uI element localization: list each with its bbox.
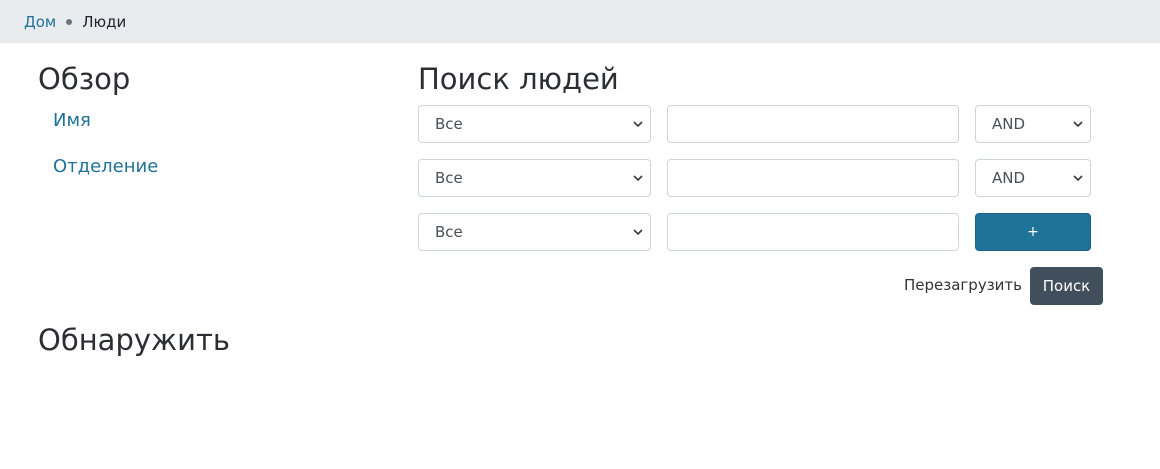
search-button[interactable]: Поиск — [1030, 267, 1103, 305]
search-input-1[interactable] — [667, 105, 959, 143]
chevron-down-icon — [633, 121, 643, 128]
reset-button[interactable]: Перезагрузить — [904, 276, 1022, 294]
field-select-2-value: Все — [435, 169, 463, 187]
breadcrumb-current: Люди — [82, 12, 127, 31]
chevron-down-icon — [1073, 121, 1083, 128]
operator-select-2[interactable]: AND — [975, 159, 1091, 197]
breadcrumb-home-link[interactable]: Дом — [24, 13, 56, 31]
operator-select-1[interactable]: AND — [975, 105, 1091, 143]
add-row-button[interactable]: + — [975, 213, 1091, 251]
chevron-down-icon — [1073, 175, 1083, 182]
chevron-down-icon — [633, 229, 643, 236]
search-input-2[interactable] — [667, 159, 959, 197]
field-select-3[interactable]: Все — [418, 213, 651, 251]
overview-link-name[interactable]: Имя — [53, 110, 91, 131]
operator-select-1-value: AND — [992, 115, 1026, 133]
dot-icon — [66, 18, 73, 25]
discover-title: Обнаружить — [38, 323, 230, 357]
field-select-1[interactable]: Все — [418, 105, 651, 143]
field-select-1-value: Все — [435, 115, 463, 133]
operator-select-2-value: AND — [992, 169, 1026, 187]
search-title: Поиск людей — [418, 62, 619, 96]
overview-title: Обзор — [38, 62, 131, 96]
field-select-3-value: Все — [435, 223, 463, 241]
search-input-3[interactable] — [667, 213, 959, 251]
field-select-2[interactable]: Все — [418, 159, 651, 197]
breadcrumb: Дом Люди — [0, 0, 1160, 43]
overview-link-department[interactable]: Отделение — [53, 156, 158, 177]
chevron-down-icon — [633, 175, 643, 182]
